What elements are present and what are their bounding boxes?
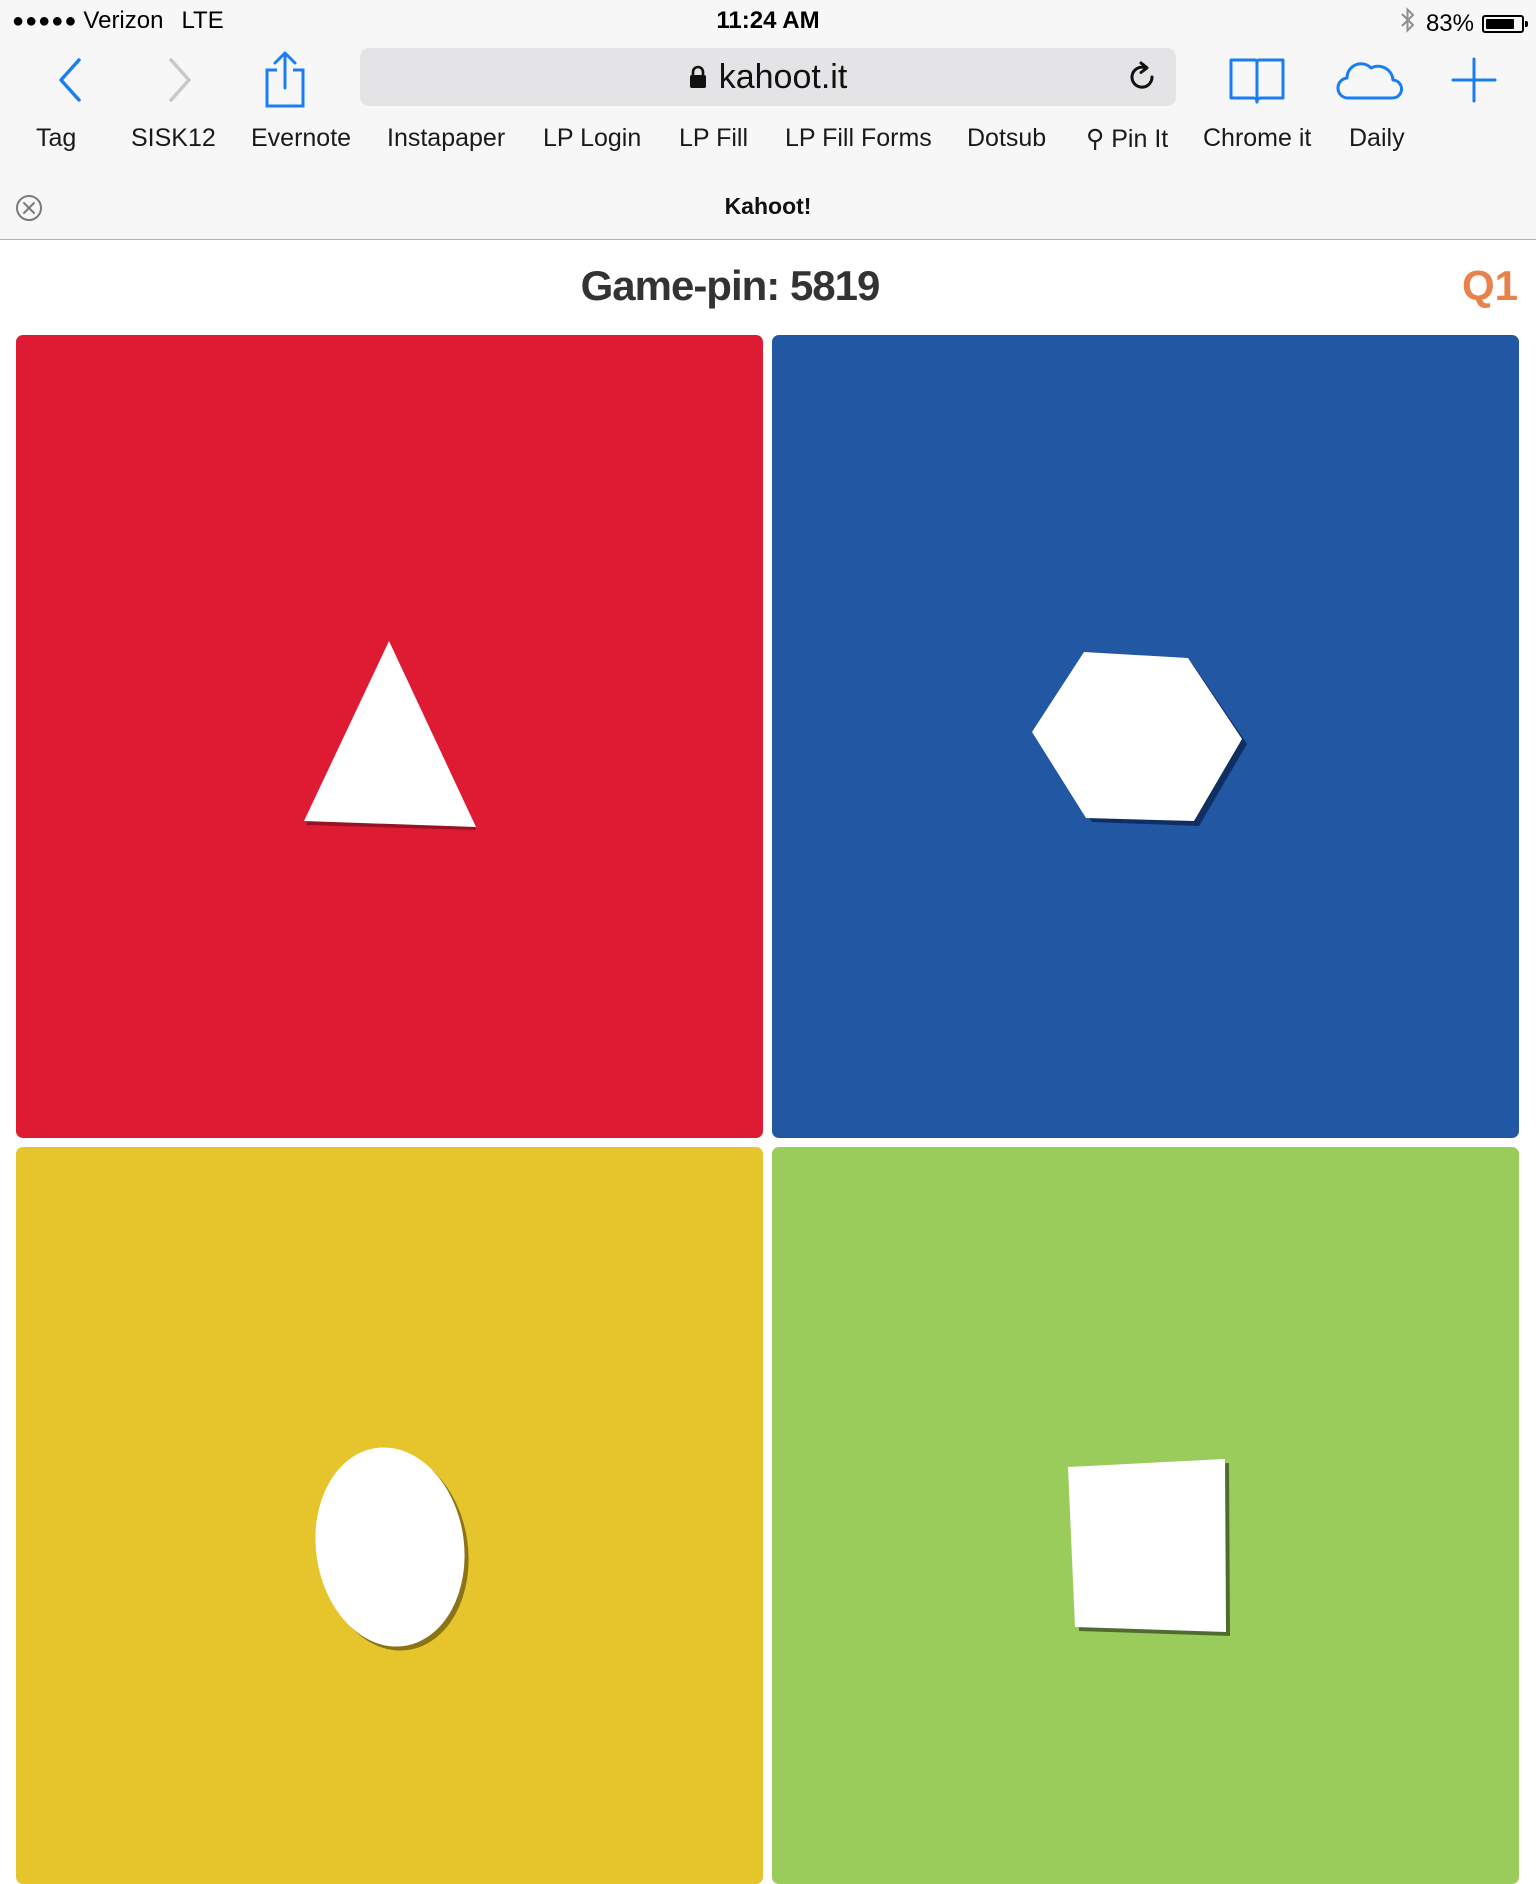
status-right: 83% [1400,7,1528,40]
battery-percent: 83% [1425,9,1474,37]
chevron-left-icon [59,58,81,102]
url-text: kahoot.it [718,57,848,96]
bookmark-item[interactable]: Chrome it [1203,124,1311,153]
bookmark-item[interactable]: ⚲ Pin It [1086,124,1168,154]
square-icon [1068,1459,1230,1636]
bookmark-item[interactable]: LP Login [543,124,641,153]
bookmark-item[interactable]: Daily [1349,124,1405,153]
lock-icon [689,65,706,88]
game-header: Game-pin: 5819 Q1 [0,240,1536,335]
cloud-icon [1336,62,1403,100]
tab-title: Kahoot! [724,193,812,219]
browser-chrome: ●●●●● Verizon LTE 11:24 AM 83% kahoot.it… [0,0,1536,240]
bookmark-item[interactable]: Instapaper [387,124,505,153]
bluetooth-icon [1400,7,1416,40]
battery-fill [1486,18,1514,29]
status-bar: ●●●●● Verizon LTE 11:24 AM 83% [0,0,1536,42]
plus-icon [1451,57,1497,103]
answer-button-triangle[interactable] [16,335,763,1138]
question-number: Q1 [1461,262,1518,309]
battery-icon [1482,14,1528,33]
bookmark-item[interactable]: LP Fill Forms [785,124,932,153]
circle-icon [315,1447,469,1651]
bookmark-item[interactable]: Evernote [251,124,351,153]
bookmark-item[interactable]: Dotsub [967,124,1046,153]
bookmark-item[interactable]: SISK12 [131,124,216,153]
battery-tip [1525,20,1528,27]
hexagon-icon [1032,652,1247,826]
share-button[interactable] [255,50,315,110]
bookmark-item[interactable]: Tag [36,124,76,153]
browser-toolbar: kahoot.it [0,42,1536,114]
forward-button[interactable] [150,50,210,110]
answer-button-circle[interactable] [16,1147,763,1884]
status-time: 11:24 AM [716,7,820,34]
chevron-right-icon [169,58,191,102]
tab-bar: Kahoot! [0,186,1536,226]
book-icon [1229,58,1285,104]
bookmarks-button[interactable] [1226,50,1288,110]
reload-icon [1130,61,1154,89]
answer-button-hexagon[interactable] [772,335,1519,1138]
address-bar[interactable]: kahoot.it [360,48,1176,106]
icloud-tabs-button[interactable] [1334,50,1406,110]
back-button[interactable] [40,50,100,110]
answer-button-square[interactable] [772,1147,1519,1884]
game-pin: Game-pin: 5819 [580,262,881,309]
bookmark-item[interactable]: LP Fill [679,124,748,153]
bookmarks-bar: Tag SISK12 Evernote Instapaper LP Login … [0,124,1536,164]
share-icon [265,51,305,108]
new-tab-button[interactable] [1444,50,1504,110]
reload-button[interactable] [1122,57,1162,97]
triangle-icon [304,641,476,830]
